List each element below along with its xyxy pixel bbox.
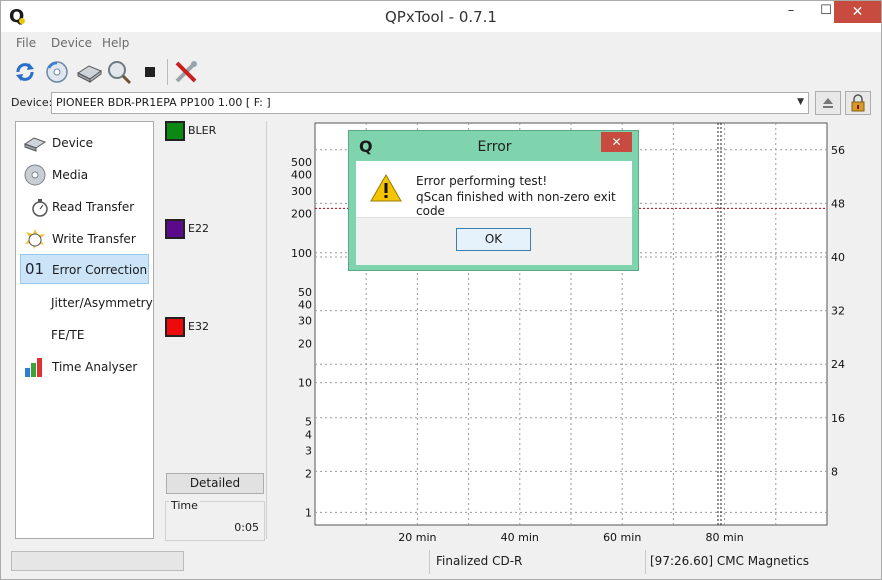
y2-tick-label: 8 bbox=[831, 465, 838, 478]
title-bar: Q QPxTool - 0.7.1 – ☐ ✕ bbox=[1, 1, 881, 32]
error-dialog: Q Error ✕ Error performing test! qScan f… bbox=[348, 130, 639, 271]
menu-file[interactable]: File bbox=[16, 36, 36, 50]
status-disc-id: [97:26.60] CMC Magnetics bbox=[650, 554, 809, 568]
media-search-icon[interactable] bbox=[105, 59, 133, 85]
tools-icon[interactable] bbox=[173, 59, 201, 85]
sidebar-item-jitter-asymmetry[interactable]: Jitter/Asymmetry bbox=[20, 288, 153, 318]
minimize-button[interactable]: – bbox=[771, 3, 811, 24]
y-tick-label: 4 bbox=[305, 428, 312, 441]
y2-tick-label: 24 bbox=[831, 358, 845, 371]
drive-icon[interactable] bbox=[75, 59, 103, 85]
dialog-title: Error bbox=[477, 139, 512, 155]
binary-icon: 01 bbox=[25, 260, 45, 278]
menu-device[interactable]: Device bbox=[51, 36, 92, 50]
sidebar-item-time-analyser[interactable]: Time Analyser bbox=[20, 352, 149, 382]
x-tick-label: 40 min bbox=[501, 531, 539, 544]
sidebar-item-write-transfer[interactable]: Write Transfer bbox=[20, 224, 149, 254]
device-info-icon[interactable] bbox=[43, 59, 71, 85]
y-tick-label: 400 bbox=[291, 169, 312, 182]
y-tick-label: 500 bbox=[291, 156, 312, 169]
legend-swatch bbox=[165, 219, 185, 239]
x-tick-label: 60 min bbox=[603, 531, 641, 544]
y-tick-label: 10 bbox=[298, 377, 312, 390]
sidebar-item-read-transfer[interactable]: Read Transfer bbox=[20, 192, 149, 222]
legend-swatch bbox=[165, 121, 185, 141]
chevron-down-icon: ▼ bbox=[797, 97, 804, 107]
detailed-button[interactable]: Detailed bbox=[166, 473, 264, 494]
legend-panel: BLER E22 E32 Detailed Time 0:05 bbox=[161, 121, 269, 541]
x-tick-label: 20 min bbox=[398, 531, 436, 544]
dialog-footer: OK bbox=[356, 217, 632, 265]
legend-divider bbox=[266, 121, 267, 539]
device-dropdown-value: PIONEER BDR-PR1EPA PP100 1.00 [ F: ] bbox=[56, 96, 271, 109]
y-tick-label: 3 bbox=[305, 444, 312, 457]
menu-help[interactable]: Help bbox=[102, 36, 129, 50]
close-button[interactable]: ✕ bbox=[834, 1, 881, 23]
menu-bar: File Device Help bbox=[1, 32, 881, 54]
dialog-message-line1: Error performing test! bbox=[416, 174, 548, 188]
time-value: 0:05 bbox=[234, 521, 259, 534]
stop-icon[interactable] bbox=[137, 59, 165, 85]
dialog-body: Error performing test! qScan finished wi… bbox=[356, 161, 632, 265]
y2-tick-label: 16 bbox=[831, 412, 845, 425]
ok-button[interactable]: OK bbox=[456, 228, 531, 251]
y2-tick-label: 56 bbox=[831, 144, 845, 157]
status-separator bbox=[645, 550, 646, 574]
eject-button[interactable] bbox=[815, 91, 841, 115]
window-title: QPxTool - 0.7.1 bbox=[385, 8, 497, 26]
y-tick-label: 50 bbox=[298, 286, 312, 299]
dialog-close-button[interactable]: ✕ bbox=[601, 132, 632, 152]
warning-icon bbox=[370, 173, 402, 206]
status-bar: Finalized CD-R [97:26.60] CMC Magnetics bbox=[1, 548, 881, 579]
toolbar bbox=[1, 55, 881, 89]
y-tick-label: 40 bbox=[298, 298, 312, 311]
qpxtool-window: Q QPxTool - 0.7.1 – ☐ ✕ File Device Help bbox=[0, 0, 882, 580]
status-media: Finalized CD-R bbox=[436, 554, 523, 568]
lock-button[interactable] bbox=[845, 91, 871, 115]
stopwatch-icon bbox=[30, 196, 54, 218]
y2-tick-label: 40 bbox=[831, 251, 845, 264]
device-dropdown[interactable]: PIONEER BDR-PR1EPA PP100 1.00 [ F: ] ▼ bbox=[51, 92, 809, 114]
y2-tick-label: 48 bbox=[831, 197, 845, 210]
disc-icon bbox=[23, 164, 47, 186]
y-tick-label: 100 bbox=[291, 247, 312, 260]
y-tick-label: 2 bbox=[305, 467, 312, 480]
bar-chart-icon bbox=[23, 356, 47, 378]
status-separator bbox=[429, 550, 430, 574]
y-tick-label: 5 bbox=[305, 416, 312, 429]
sidebar-item-fe-te[interactable]: FE/TE bbox=[20, 320, 149, 350]
y-tick-label: 300 bbox=[291, 185, 312, 198]
legend-swatch bbox=[165, 317, 185, 337]
stopwatch-burst-icon bbox=[23, 228, 47, 250]
toolbar-separator bbox=[167, 59, 168, 85]
sidebar: Device Media Read Transfer Write Transfe… bbox=[15, 121, 154, 539]
y-tick-label: 30 bbox=[298, 315, 312, 328]
time-label: Time bbox=[169, 499, 200, 512]
device-label: Device: bbox=[11, 96, 53, 109]
y-tick-label: 1 bbox=[305, 506, 312, 519]
sidebar-item-device[interactable]: Device bbox=[20, 128, 149, 158]
sidebar-item-media[interactable]: Media bbox=[20, 160, 149, 190]
y2-tick-label: 32 bbox=[831, 305, 845, 318]
refresh-icon[interactable] bbox=[11, 59, 39, 85]
x-tick-label: 80 min bbox=[705, 531, 743, 544]
dialog-message-line2: qScan finished with non-zero exit code bbox=[416, 190, 616, 218]
y-tick-label: 20 bbox=[298, 338, 312, 351]
progress-bar bbox=[11, 551, 184, 571]
sidebar-item-error-correction[interactable]: 01 Error Correction bbox=[20, 254, 149, 284]
y-tick-label: 200 bbox=[291, 208, 312, 221]
drive-icon bbox=[23, 132, 47, 154]
